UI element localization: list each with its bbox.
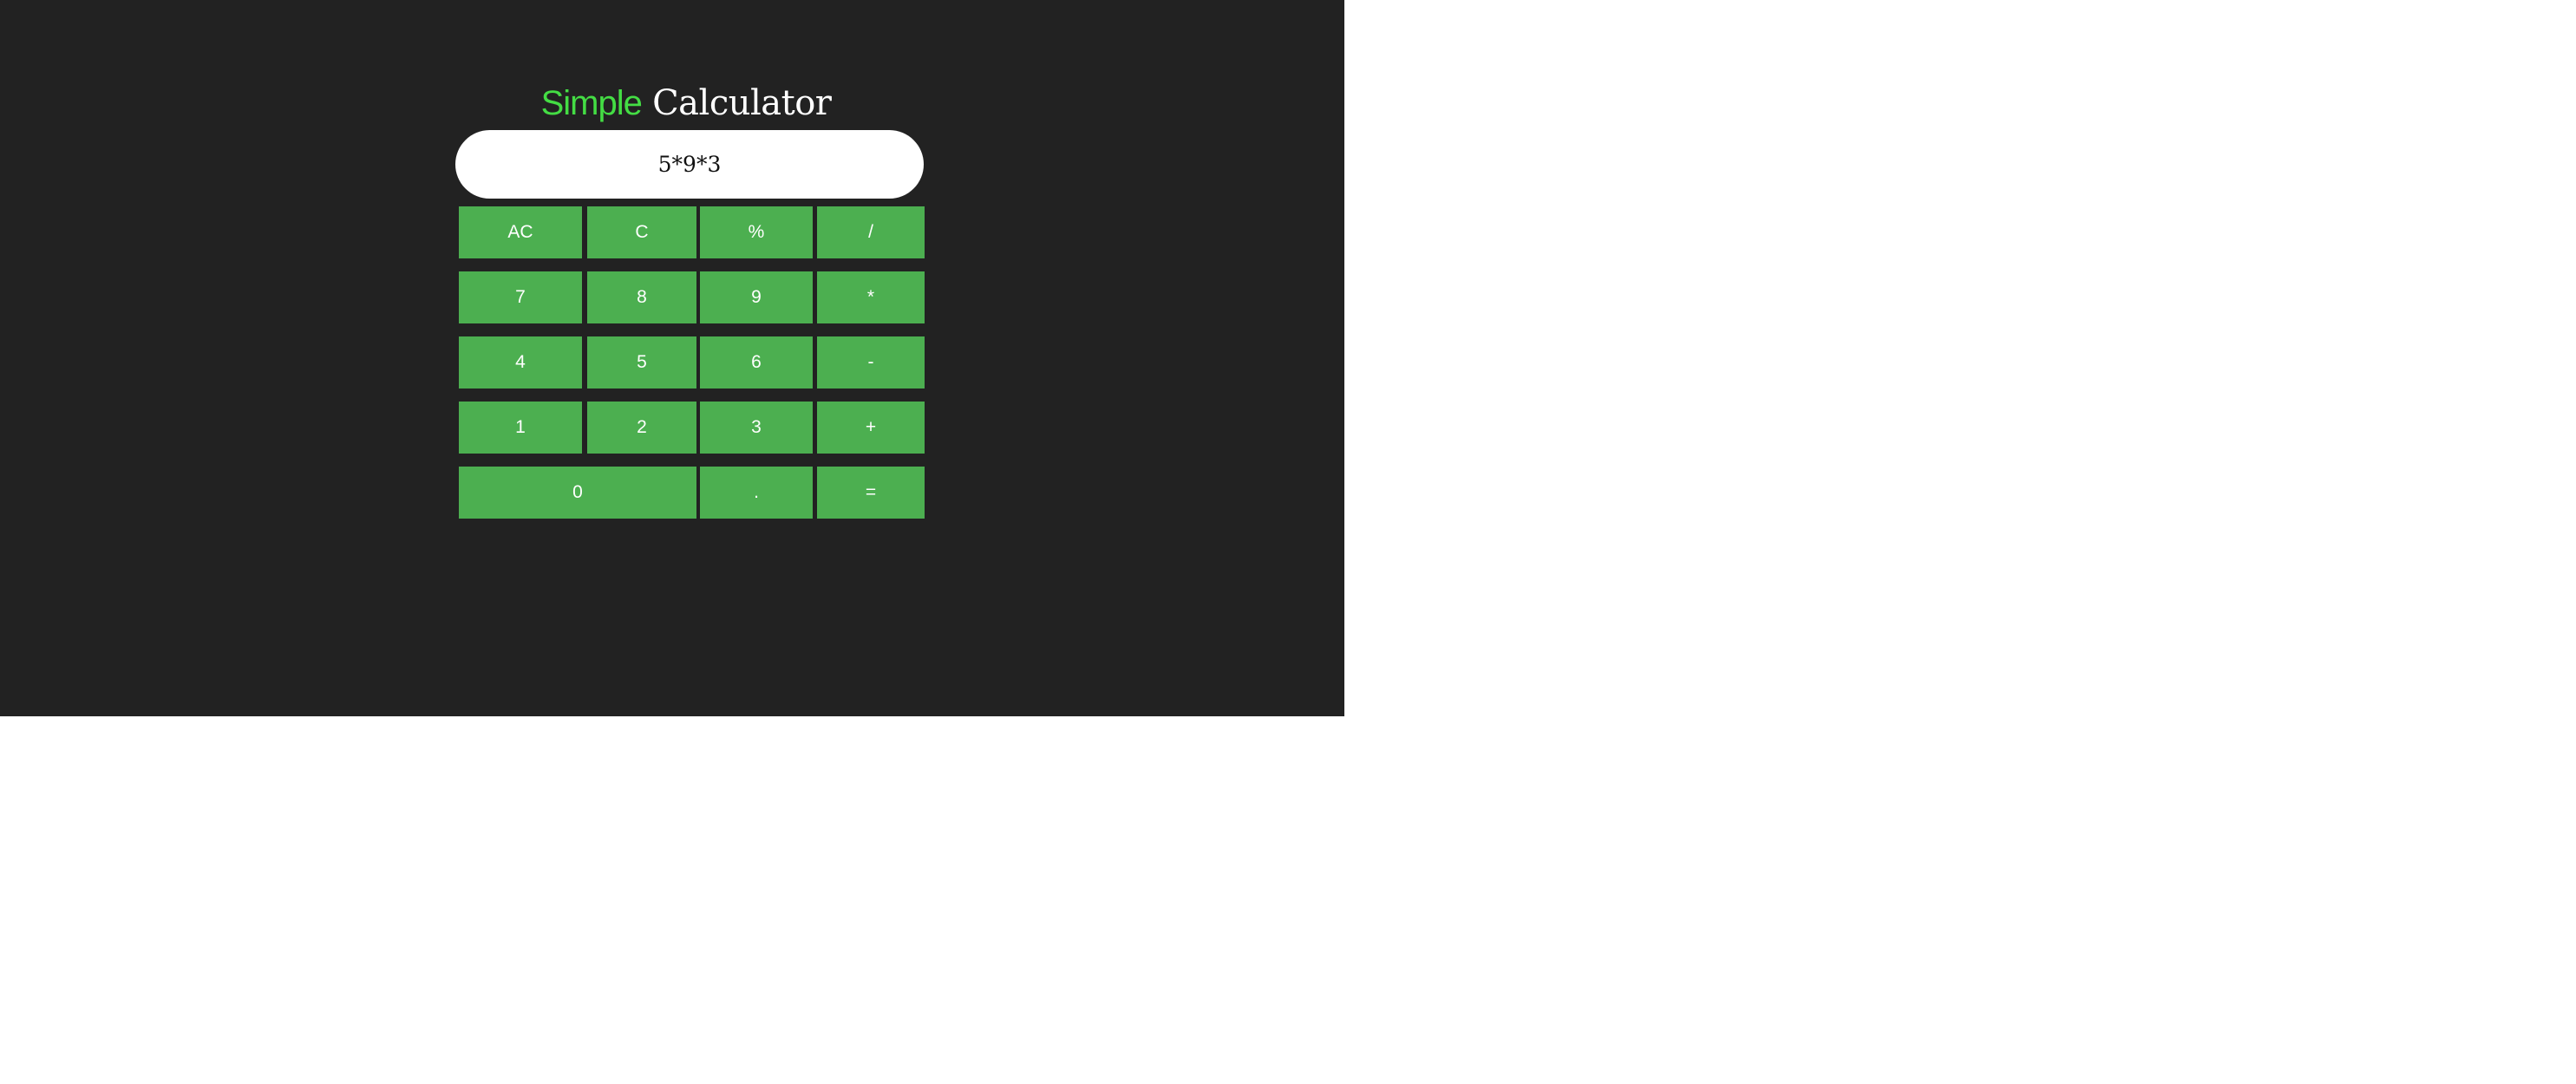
percent-button[interactable]: % (700, 206, 813, 258)
title-simple: Simple (540, 84, 643, 122)
multiply-button[interactable]: * (817, 271, 925, 323)
equals-button[interactable]: = (817, 467, 925, 519)
calculator-display[interactable]: 5*9*3 (455, 130, 924, 199)
minus-button[interactable]: - (817, 336, 925, 389)
page-title: Simple Calculator (0, 73, 1372, 134)
digit-7-button[interactable]: 7 (459, 271, 582, 323)
digit-2-button[interactable]: 2 (587, 402, 696, 454)
digit-4-button[interactable]: 4 (459, 336, 582, 389)
digit-5-button[interactable]: 5 (587, 336, 696, 389)
digit-8-button[interactable]: 8 (587, 271, 696, 323)
decimal-point-button[interactable]: . (700, 467, 813, 519)
divide-button[interactable]: / (817, 206, 925, 258)
digit-0-button[interactable]: 0 (459, 467, 696, 519)
calculator-app: Simple Calculator 5*9*3 AC C % / 7 8 9 *… (0, 0, 1344, 716)
title-calculator: Calculator (652, 83, 832, 123)
digit-9-button[interactable]: 9 (700, 271, 813, 323)
clear-button[interactable]: C (587, 206, 696, 258)
digit-6-button[interactable]: 6 (700, 336, 813, 389)
digit-3-button[interactable]: 3 (700, 402, 813, 454)
digit-1-button[interactable]: 1 (459, 402, 582, 454)
plus-button[interactable]: + (817, 402, 925, 454)
all-clear-button[interactable]: AC (459, 206, 582, 258)
